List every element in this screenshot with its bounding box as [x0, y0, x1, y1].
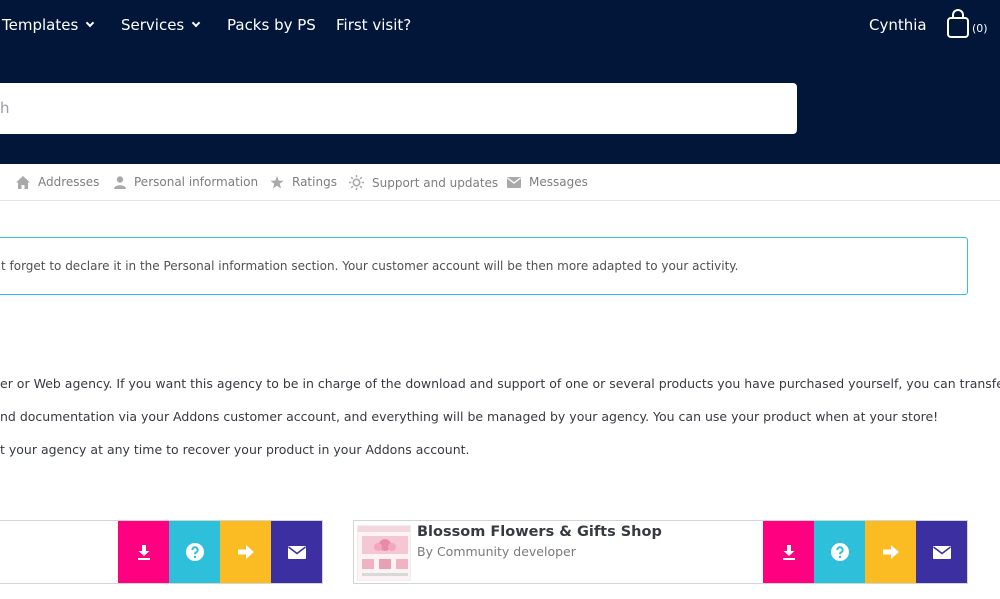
person-icon	[114, 175, 126, 189]
cart-count: (0)	[972, 21, 988, 35]
question-icon	[830, 543, 849, 561]
envelope-icon	[287, 545, 306, 559]
tab-messages-label: Messages	[529, 175, 588, 189]
tab-messages[interactable]: Messages	[507, 175, 588, 189]
user-account-link[interactable]: Cynthia	[869, 16, 927, 34]
star-icon	[270, 175, 284, 188]
nav-first-visit-label: First visit?	[336, 16, 412, 34]
download-button[interactable]	[763, 521, 814, 583]
question-icon	[185, 543, 204, 561]
shopping-bag-icon	[947, 9, 969, 38]
agency-paragraph-2: nd documentation via your Addons custome…	[0, 409, 939, 424]
download-icon	[782, 544, 795, 560]
product-actions	[763, 521, 967, 583]
chevron-down-icon	[86, 18, 95, 28]
chevron-down-icon	[192, 18, 201, 28]
product-developer: By Community developer	[417, 544, 576, 559]
product-card	[0, 520, 323, 584]
tab-addresses[interactable]: Addresses	[16, 175, 99, 189]
product-title[interactable]: Blossom Flowers & Gifts Shop	[417, 524, 662, 540]
transfer-button[interactable]	[220, 521, 271, 583]
sun-icon	[349, 175, 364, 190]
nav-first-visit[interactable]: First visit?	[336, 16, 411, 34]
download-button[interactable]	[118, 521, 169, 583]
tab-support-updates[interactable]: Support and updates	[349, 175, 498, 190]
arrow-right-icon	[237, 545, 254, 559]
tab-ratings-label: Ratings	[292, 175, 337, 189]
help-button[interactable]	[814, 521, 865, 583]
contact-button[interactable]	[271, 521, 322, 583]
product-card: Blossom Flowers & Gifts Shop By Communit…	[353, 520, 968, 584]
nav-packs[interactable]: Packs by PS	[227, 16, 316, 34]
alert-text: t forget to declare it in the Personal i…	[1, 259, 739, 273]
account-tabs: Addresses Personal information Ratings S…	[0, 164, 1000, 201]
tab-personal-information[interactable]: Personal information	[114, 175, 258, 189]
home-icon	[16, 175, 30, 189]
product-actions	[118, 521, 322, 583]
contact-button[interactable]	[916, 521, 967, 583]
top-header: Templates Services Packs by PS First vis…	[0, 0, 1000, 164]
product-thumbnail[interactable]	[357, 525, 411, 581]
nav-services[interactable]: Services	[121, 16, 201, 34]
nav-templates-label: Templates	[2, 16, 79, 34]
transfer-button[interactable]	[865, 521, 916, 583]
nav-templates[interactable]: Templates	[2, 16, 95, 34]
tab-personal-information-label: Personal information	[134, 175, 259, 189]
search-input[interactable]: h	[0, 83, 797, 134]
tab-ratings[interactable]: Ratings	[270, 175, 337, 189]
cart-button[interactable]: (0)	[946, 9, 988, 39]
tab-support-updates-label: Support and updates	[372, 175, 499, 190]
help-button[interactable]	[169, 521, 220, 583]
envelope-icon	[932, 545, 951, 559]
search-placeholder: h	[0, 99, 10, 117]
nav-services-label: Services	[121, 16, 185, 34]
nav-packs-label: Packs by PS	[227, 16, 316, 34]
envelope-icon	[507, 176, 521, 188]
info-alert: t forget to declare it in the Personal i…	[0, 237, 968, 295]
arrow-right-icon	[882, 545, 899, 559]
agency-paragraph-3: t your agency at any time to recover you…	[0, 442, 470, 457]
tab-addresses-label: Addresses	[38, 175, 100, 189]
download-icon	[137, 544, 150, 560]
agency-paragraph-1: er or Web agency. If you want this agenc…	[0, 376, 1000, 391]
